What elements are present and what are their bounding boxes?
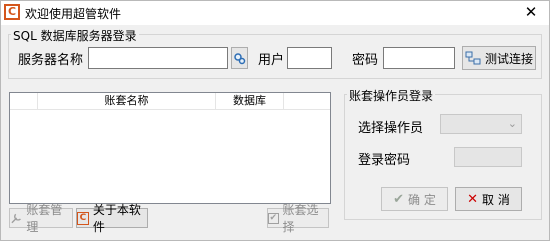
test-connection-label: 测试连接 [484,51,533,66]
window-title: 欢迎使用超管软件 [25,7,122,21]
account-set-table[interactable]: 账套名称 数据库 [9,92,331,204]
check-icon: ✔ [393,191,405,207]
cancel-label: 取 消 [482,192,510,207]
column-header-account-name[interactable]: 账套名称 [38,93,216,110]
browse-server-button[interactable] [231,47,248,69]
checkbox-icon: ✔ [268,212,279,224]
title-bar[interactable]: C 欢迎使用超管软件 ✕ [1,1,549,25]
column-header-indicator [10,93,38,110]
account-select-button[interactable]: ✔ 账套选择 [267,203,329,234]
login-window: C 欢迎使用超管软件 ✕ SQL 数据库服务器登录 服务器名称 用户 密码 测试… [0,0,550,241]
wrench-icon [11,213,21,223]
app-logo-icon-small: C [77,211,89,225]
account-manage-label: 账套管理 [26,203,63,234]
chevron-down-icon: ⌄ [507,117,517,130]
table-header: 账套名称 数据库 [10,93,330,110]
operator-select[interactable]: ⌄ [440,114,522,134]
network-icon [465,51,481,65]
confirm-label: 确 定 [408,192,436,207]
about-label: 关于本软件 [92,203,141,234]
db-password-input[interactable] [383,47,455,69]
user-input[interactable] [287,47,332,69]
server-name-input[interactable] [88,47,228,69]
operator-login-legend: 账套操作员登录 [347,87,436,104]
sql-login-legend: SQL 数据库服务器登录 [11,27,139,44]
user-label: 用户 [258,53,285,68]
test-connection-button[interactable]: 测试连接 [462,46,536,70]
column-header-database[interactable]: 数据库 [216,93,284,110]
app-logo-icon: C [4,4,20,20]
close-x-icon: ✕ [467,191,479,207]
about-button[interactable]: C 关于本软件 [76,203,148,234]
account-manage-button[interactable]: 账套管理 [9,203,73,234]
cancel-button[interactable]: ✕ 取 消 [455,187,522,211]
confirm-button[interactable]: ✔ 确 定 [381,187,448,211]
close-button[interactable]: ✕ [513,1,549,23]
operator-label: 选择操作员 [358,121,424,136]
account-select-label: 账套选择 [282,203,319,234]
login-password-label: 登录密码 [358,153,411,168]
server-name-label: 服务器名称 [18,53,84,68]
db-password-label: 密码 [352,53,379,68]
server-browse-icon [234,52,246,64]
login-password-input[interactable] [454,147,522,167]
